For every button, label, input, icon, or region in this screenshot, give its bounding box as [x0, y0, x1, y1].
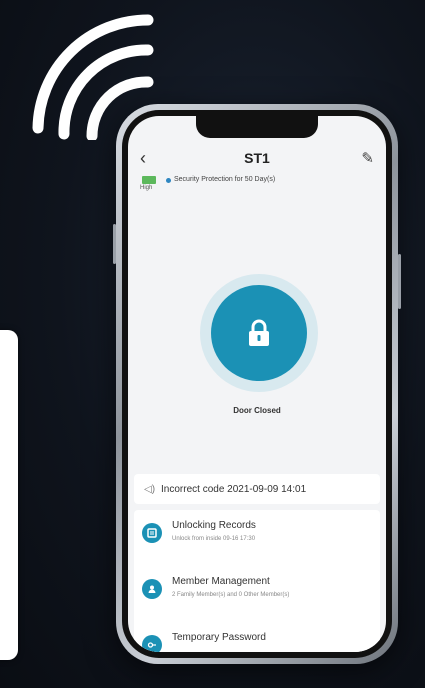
menu-item-unlocking-records[interactable]: Unlocking Records Unlock from inside 09-… [134, 510, 380, 566]
speaker-icon: ◁) [144, 483, 156, 495]
pencil-icon[interactable]: ✎ [361, 149, 374, 167]
member-icon [142, 579, 162, 599]
phone-frame: ‹ ST1 ✎ High Security Protection for 50 … [113, 104, 401, 664]
alert-row[interactable]: ◁) Incorrect code 2021-09-09 14:01 [134, 474, 380, 504]
partial-device-edge [0, 330, 18, 660]
protection-status: Security Protection for 50 Day(s) [174, 176, 276, 183]
door-status: Door Closed [233, 406, 281, 415]
menu-item-title: Temporary Password [172, 632, 266, 643]
power-button [398, 254, 401, 309]
menu-item-temporary-password[interactable]: Temporary Password [134, 622, 380, 652]
padlock-icon [249, 319, 269, 346]
app-screen: ‹ ST1 ✎ High Security Protection for 50 … [128, 116, 386, 652]
page-title: ST1 [244, 150, 270, 166]
menu-item-member-management[interactable]: Member Management 2 Family Member(s) and… [134, 566, 380, 622]
phone-notch [196, 116, 318, 138]
battery-label: High [140, 185, 153, 191]
menu-item-title: Unlocking Records [172, 520, 256, 531]
alert-text: Incorrect code 2021-09-09 14:01 [161, 483, 307, 495]
app-header: ‹ ST1 ✎ [128, 142, 386, 176]
menu-item-subtitle: 2 Family Member(s) and 0 Other Member(s) [172, 592, 290, 598]
lock-circle[interactable] [211, 285, 307, 381]
lock-button[interactable] [200, 274, 318, 392]
key-icon [142, 635, 162, 652]
menu-item-subtitle: Unlock from inside 09-16 17:30 [172, 536, 256, 542]
protection-dot-icon [166, 178, 171, 183]
volume-button [113, 224, 116, 264]
status-row: High Security Protection for 50 Day(s) [140, 176, 374, 196]
records-icon [142, 523, 162, 543]
menu-item-title: Member Management [172, 576, 270, 587]
battery-icon [142, 176, 156, 184]
menu-list: Unlocking Records Unlock from inside 09-… [134, 510, 380, 652]
